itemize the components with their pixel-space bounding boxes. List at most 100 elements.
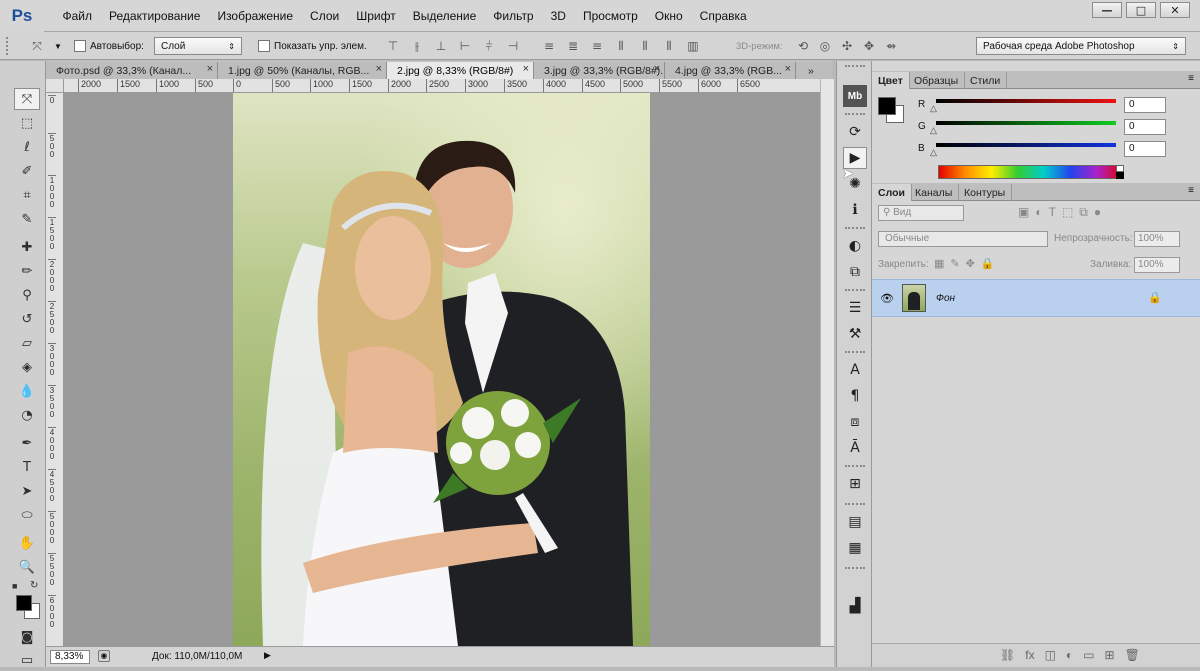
close-icon[interactable]: × [523,63,529,75]
lock-transparent-icon[interactable]: ▦ [934,257,944,270]
tab-document[interactable]: 1.jpg @ 50% (Каналы, RGB... × [218,62,387,79]
lock-all-icon[interactable]: 🔒 [981,257,995,270]
align-right-icon[interactable]: ⊣ [504,39,522,53]
menu-filter[interactable]: Фильтр [485,9,542,23]
tab-swatches[interactable]: Образцы [908,72,966,89]
screen-mode-icon[interactable]: ▭ [14,649,40,671]
3d-pan-icon[interactable]: ✣ [838,39,856,53]
color-spectrum[interactable] [938,165,1124,179]
eyedropper-tool-icon[interactable]: ✎ [14,208,40,230]
foreground-color-swatch[interactable] [16,595,32,611]
close-icon[interactable]: × [785,63,791,75]
layer-filter-dropdown[interactable]: ⚲ Вид [878,205,964,221]
distribute-top-icon[interactable]: ≡ [540,39,558,53]
tab-document-active[interactable]: 2.jpg @ 8,33% (RGB/8#) × [387,62,534,79]
channel-b-input[interactable]: 0 [1124,141,1166,157]
brush-icon[interactable]: ⚒ [843,323,867,345]
character-styles-icon[interactable]: Ā [843,437,867,459]
distribute-hcenter-icon[interactable]: ⦀ [636,39,654,54]
lock-image-icon[interactable]: ✎ [950,257,959,270]
new-layer-icon[interactable]: ⊞ [1105,648,1115,662]
align-left-icon[interactable]: ⊢ [456,39,474,53]
menu-edit[interactable]: Редактирование [101,9,209,23]
3d-slide-icon[interactable]: ✥ [860,39,878,53]
foreground-color-swatch[interactable] [878,97,896,115]
filter-shape-icon[interactable]: ⬚ [1062,205,1073,220]
eraser-tool-icon[interactable]: ▱ [14,332,40,354]
channel-r-input[interactable]: 0 [1124,97,1166,113]
mini-bridge-icon[interactable]: Mb [843,85,867,107]
panel-menu-icon[interactable]: ≡ [1188,185,1194,196]
notes-icon[interactable]: ▤ [843,511,867,533]
healing-brush-tool-icon[interactable]: ✚ [14,236,40,258]
filter-type-icon[interactable]: T [1049,205,1056,220]
blur-tool-icon[interactable]: 💧 [14,380,40,402]
info-icon[interactable]: ℹ [843,199,867,221]
layer-name[interactable]: Фон [936,293,955,304]
spectrum-white[interactable] [1116,165,1124,172]
menu-3d[interactable]: 3D [542,9,574,23]
maximize-button[interactable]: □ [1126,2,1156,18]
tab-layers[interactable]: Слои [872,184,912,201]
channel-g-slider[interactable] [936,121,1116,125]
histogram-icon[interactable]: ▟ [843,595,867,617]
tab-document[interactable]: Фото.psd @ 33,3% (Канал... × [46,62,218,79]
align-hcenter-icon[interactable]: ⫩ [480,39,498,54]
3d-scale-icon[interactable]: ⇴ [882,39,900,53]
menu-layer[interactable]: Слои [302,9,348,23]
crop-tool-icon[interactable]: ⌗ [14,184,40,206]
tab-channels[interactable]: Каналы [909,184,960,201]
filter-smart-icon[interactable]: ⧉ [1079,205,1088,220]
character-icon[interactable]: A [843,359,867,381]
zoom-field[interactable]: 8,33% [50,650,90,664]
spectrum-black[interactable] [1116,172,1124,179]
close-icon[interactable]: × [654,63,660,75]
menu-select[interactable]: Выделение [404,9,485,23]
slider-thumb-icon[interactable]: △ [930,147,937,158]
tab-paths[interactable]: Контуры [958,184,1013,201]
marquee-tool-icon[interactable]: ⬚ [14,112,40,134]
auto-align-icon[interactable]: ▥ [684,39,702,53]
styles-icon[interactable]: ⧉ [843,261,867,283]
paragraph-icon[interactable]: ¶ [843,385,867,407]
opacity-input[interactable]: 100% [1134,231,1180,247]
lasso-tool-icon[interactable]: ℓ [14,136,40,158]
distribute-right-icon[interactable]: ⦀ [660,39,678,54]
quick-mask-icon[interactable]: ◙ [14,626,40,648]
close-button[interactable]: ✕ [1160,2,1190,18]
fill-input[interactable]: 100% [1134,257,1180,273]
align-vcenter-icon[interactable]: ⫲ [408,39,426,54]
link-layers-icon[interactable]: ⛓ [1000,648,1015,662]
close-icon[interactable]: × [207,63,213,75]
paint-bucket-tool-icon[interactable]: ◈ [14,356,40,378]
menu-window[interactable]: Окно [646,9,691,23]
vertical-ruler[interactable]: 0 5 0 0 1 0 0 0 1 5 0 0 2 0 0 0 2 5 0 0 … [46,93,64,646]
history-icon[interactable]: ⟳ [843,121,867,143]
panel-menu-icon[interactable]: ≡ [1188,73,1194,84]
slider-thumb-icon[interactable]: △ [930,125,937,136]
history-brush-tool-icon[interactable]: ↺ [14,308,40,330]
distribute-bottom-icon[interactable]: ≡ [588,39,606,53]
path-selection-tool-icon[interactable]: ➤ [14,480,40,502]
close-icon[interactable]: × [376,63,382,75]
minimize-button[interactable]: — [1092,2,1122,18]
tab-color[interactable]: Цвет [872,72,910,89]
quick-select-tool-icon[interactable]: ✐ [14,160,40,182]
swap-colors-icon[interactable]: ↻ [30,580,38,591]
ellipse-tool-icon[interactable]: ⬭ [14,504,40,526]
more-tabs-icon[interactable]: » [796,62,832,79]
channel-r-slider[interactable] [936,99,1116,103]
tab-styles[interactable]: Стили [964,72,1008,89]
layer-row[interactable]: 👁 Фон 🔒 [872,279,1200,317]
align-top-icon[interactable]: ⊤ [384,39,402,53]
dodge-tool-icon[interactable]: ◔ [14,404,40,426]
brush-tool-icon[interactable]: ✏ [14,260,40,282]
menu-image[interactable]: Изображение [209,9,302,23]
delete-layer-icon[interactable]: 🗑 [1125,648,1140,662]
adjustments-icon[interactable]: ◐ [843,235,867,257]
auto-select-dropdown[interactable]: Слой ⇕ [154,37,242,55]
3d-roll-icon[interactable]: ◎ [816,39,834,53]
tab-document[interactable]: 4.jpg @ 33,3% (RGB... × [665,62,796,79]
eye-icon[interactable]: 👁 [880,292,894,305]
auto-select-checkbox[interactable]: Автовыбор: [74,32,144,60]
